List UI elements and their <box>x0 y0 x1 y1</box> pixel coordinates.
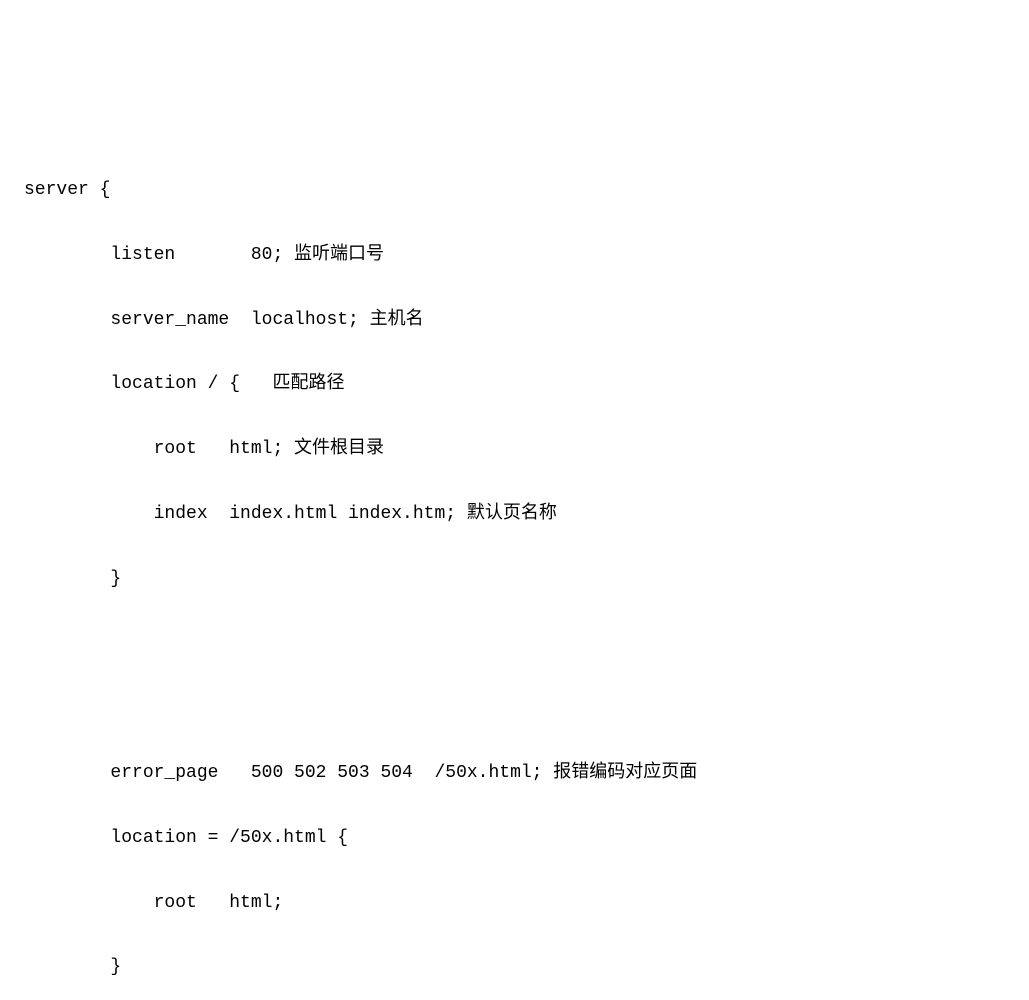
code-line: location = /50x.html { <box>24 822 1005 854</box>
code-line: listen 80; 监听端口号 <box>24 239 1005 271</box>
code-line: } <box>24 951 1005 983</box>
code-line: server { <box>24 174 1005 206</box>
code-line: root html; 文件根目录 <box>24 433 1005 465</box>
code-line: index index.html index.htm; 默认页名称 <box>24 498 1005 530</box>
code-line: error_page 500 502 503 504 /50x.html; 报错… <box>24 757 1005 789</box>
code-line <box>24 627 1005 659</box>
nginx-config-code: server { listen 80; 监听端口号 server_name lo… <box>24 142 1005 1000</box>
code-line: root html; <box>24 887 1005 919</box>
code-line: location / { 匹配路径 <box>24 368 1005 400</box>
code-line: server_name localhost; 主机名 <box>24 304 1005 336</box>
code-line <box>24 692 1005 724</box>
code-line: } <box>24 563 1005 595</box>
